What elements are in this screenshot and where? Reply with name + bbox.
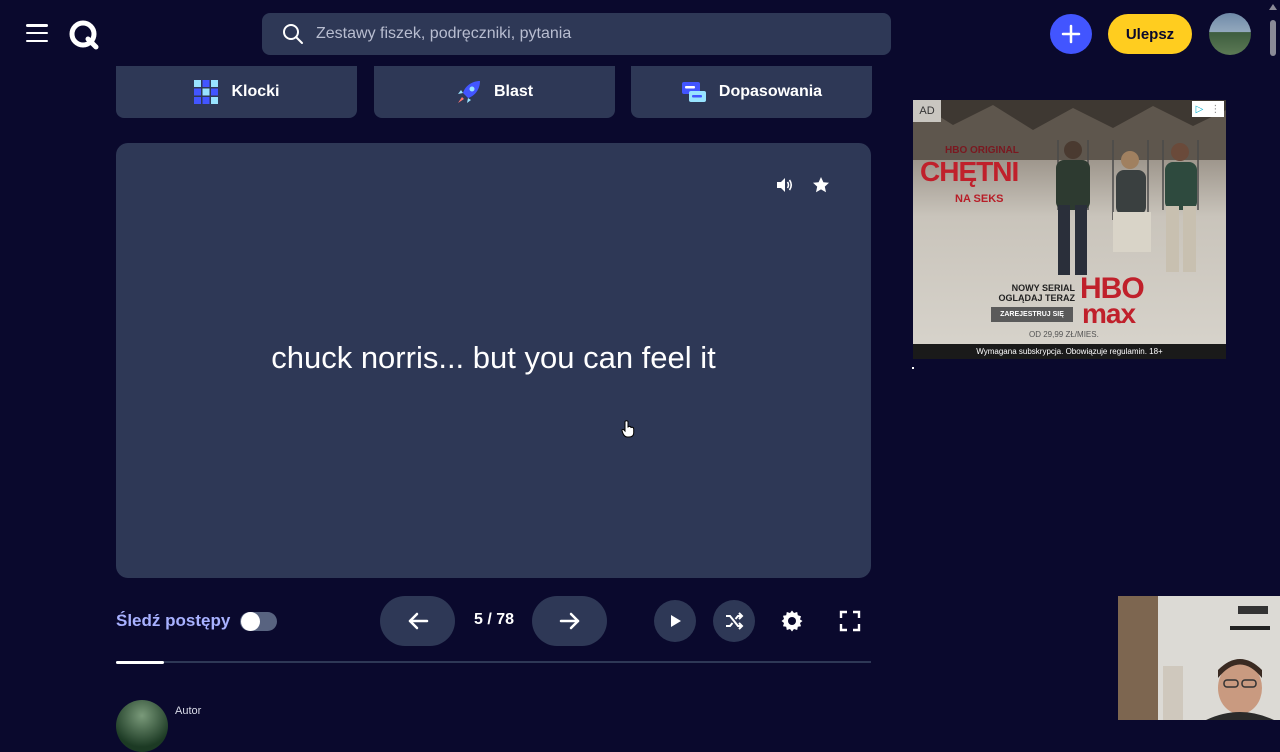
ad-logo-line2: max bbox=[1082, 298, 1136, 329]
mode-blocks-label: Klocki bbox=[231, 83, 280, 100]
quizlet-logo-icon[interactable] bbox=[68, 19, 100, 51]
mode-blast-label: Blast bbox=[493, 83, 534, 100]
mode-blocks-button[interactable]: Klocki bbox=[116, 66, 357, 118]
ad-title: CHĘTNI bbox=[920, 156, 1019, 187]
play-icon bbox=[671, 615, 681, 627]
arrow-left-icon bbox=[408, 612, 428, 630]
mode-blast-button[interactable]: Blast bbox=[374, 66, 615, 118]
ad-price: OD 29,99 ZŁ/MIES. bbox=[1029, 330, 1099, 339]
ad-subtitle: NA SEKS bbox=[955, 193, 1004, 205]
blocks-icon bbox=[194, 80, 219, 104]
speaker-icon[interactable] bbox=[774, 175, 794, 195]
shuffle-icon bbox=[726, 612, 744, 630]
flashcard-term: chuck norris... but you can feel it bbox=[271, 340, 716, 375]
toggle-knob[interactable] bbox=[241, 612, 260, 631]
star-icon[interactable] bbox=[811, 175, 831, 195]
ad-new-series: NOWY SERIAL OGLĄDAJ TERAZ bbox=[998, 283, 1076, 303]
hand-cursor-icon bbox=[621, 420, 635, 438]
arrow-right-icon bbox=[559, 612, 579, 630]
avatar[interactable] bbox=[1209, 13, 1251, 55]
ad-brand-small: HBO ORIGINAL bbox=[945, 145, 1019, 156]
plus-icon bbox=[1061, 24, 1081, 44]
webcam-overlay bbox=[1118, 596, 1280, 720]
track-progress-label: Śledź postępy bbox=[116, 611, 231, 630]
next-card-button[interactable] bbox=[532, 596, 607, 646]
settings-button[interactable] bbox=[775, 604, 809, 638]
mode-match-label: Dopasowania bbox=[718, 83, 823, 100]
create-button[interactable] bbox=[1050, 14, 1092, 54]
rocket-icon bbox=[457, 81, 480, 103]
scroll-up-arrow[interactable] bbox=[1269, 4, 1277, 10]
ad-badge: AD bbox=[913, 100, 941, 122]
divider-dot bbox=[912, 367, 914, 369]
mode-match-button[interactable]: Dopasowania bbox=[631, 66, 872, 118]
search-input[interactable]: Zestawy fiszek, podręczniki, pytania bbox=[262, 13, 891, 55]
gear-icon bbox=[781, 610, 803, 632]
ad-footer: Wymagana subskrypcja. Obowiązuje regulam… bbox=[913, 344, 1226, 359]
scrollbar-thumb[interactable] bbox=[1270, 20, 1276, 56]
ad-register-button[interactable]: ZAREJESTRUJ SIĘ bbox=[991, 307, 1073, 322]
author-avatar[interactable] bbox=[116, 700, 168, 752]
search-icon bbox=[283, 24, 303, 44]
autoplay-button[interactable] bbox=[654, 600, 696, 642]
progress-fill bbox=[116, 661, 164, 664]
shuffle-button[interactable] bbox=[713, 600, 755, 642]
upgrade-button[interactable]: Ulepsz bbox=[1108, 14, 1192, 54]
adchoices-icon[interactable]: ▷ ⋮ bbox=[1192, 101, 1224, 117]
search-placeholder: Zestawy fiszek, podręczniki, pytania bbox=[316, 25, 572, 42]
previous-card-button[interactable] bbox=[380, 596, 455, 646]
fullscreen-button[interactable] bbox=[833, 604, 867, 638]
card-counter: 5 / 78 bbox=[473, 611, 515, 628]
match-icon bbox=[681, 82, 706, 102]
progress-track bbox=[116, 661, 871, 663]
webcam-image bbox=[1118, 596, 1280, 720]
menu-icon[interactable] bbox=[26, 24, 48, 42]
author-label: Autor bbox=[175, 705, 202, 717]
fullscreen-icon bbox=[839, 610, 861, 632]
